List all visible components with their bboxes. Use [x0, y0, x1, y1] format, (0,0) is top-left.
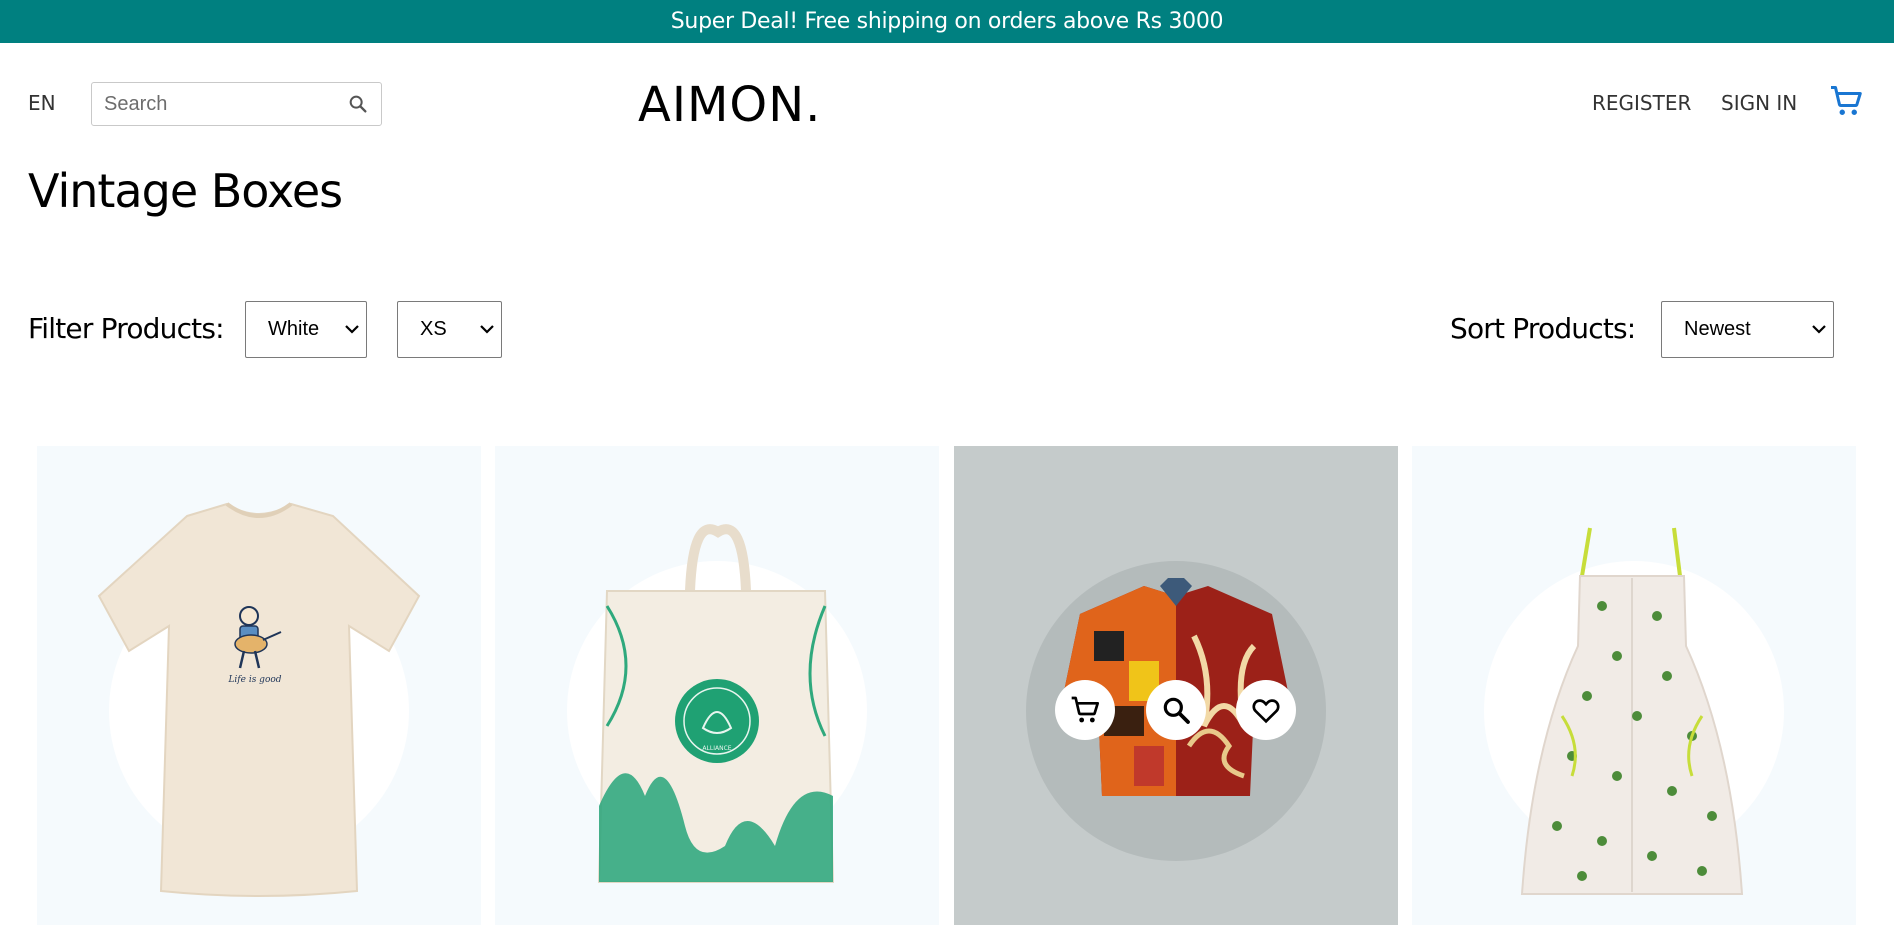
- color-filter-select[interactable]: White: [245, 301, 367, 358]
- size-filter-value: XS: [420, 318, 447, 340]
- search-input[interactable]: [104, 92, 344, 116]
- tshirt-image: Life is good: [97, 502, 421, 897]
- search-box: [91, 82, 382, 126]
- chevron-down-icon: [480, 325, 494, 334]
- product-card[interactable]: ALLIANCE: [495, 446, 939, 925]
- sort-label: Sort Products:: [1450, 312, 1636, 345]
- cart-icon: [1071, 696, 1099, 723]
- product-card[interactable]: Life is good: [37, 446, 481, 925]
- sort-select[interactable]: Newest: [1661, 301, 1834, 358]
- quick-view-button[interactable]: [1146, 680, 1206, 740]
- tshirt-print-text: Life is good: [227, 675, 281, 685]
- filter-label: Filter Products:: [28, 312, 225, 345]
- size-filter-select[interactable]: XS: [397, 301, 502, 358]
- product-card[interactable]: [1412, 446, 1856, 925]
- search-icon[interactable]: [347, 93, 369, 115]
- product-card[interactable]: [954, 446, 1398, 925]
- navbar: EN AIMON. REGISTER SIGN IN: [0, 43, 1894, 167]
- tote-bag-image: ALLIANCE: [597, 524, 835, 883]
- chevron-down-icon: [1812, 325, 1826, 334]
- language-selector[interactable]: EN: [28, 91, 56, 115]
- announcement-bar: Super Deal! Free shipping on orders abov…: [0, 0, 1894, 43]
- register-link[interactable]: REGISTER: [1592, 91, 1691, 115]
- sign-in-link[interactable]: SIGN IN: [1721, 91, 1797, 115]
- heart-icon: [1252, 699, 1280, 724]
- color-filter-value: White: [268, 318, 320, 340]
- search-icon: [1163, 697, 1190, 724]
- chevron-down-icon: [345, 325, 359, 334]
- announcement-text: Super Deal! Free shipping on orders abov…: [670, 9, 1224, 34]
- sort-value: Newest: [1684, 318, 1751, 340]
- add-to-cart-button[interactable]: [1055, 680, 1115, 740]
- dress-image: [1520, 527, 1744, 895]
- logo[interactable]: AIMON.: [638, 77, 821, 133]
- tote-badge-text: ALLIANCE: [702, 745, 731, 752]
- cart-icon[interactable]: [1828, 83, 1864, 119]
- wishlist-button[interactable]: [1236, 680, 1296, 740]
- page-title: Vintage Boxes: [28, 164, 343, 218]
- product-actions: [954, 446, 1398, 925]
